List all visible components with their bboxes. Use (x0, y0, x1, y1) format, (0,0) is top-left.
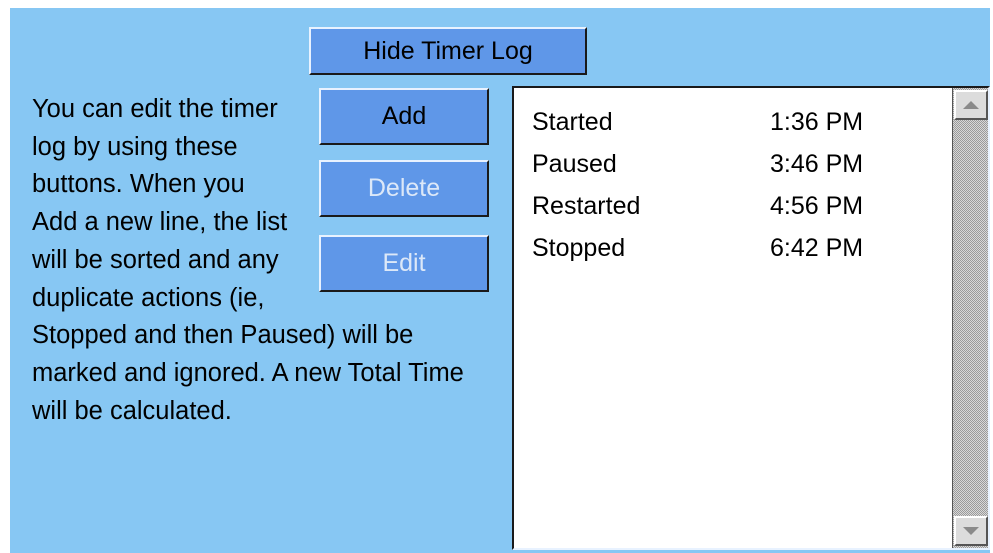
log-time: 6:42 PM (770, 234, 864, 262)
timer-log-panel: Hide Timer Log You can edit the timer lo… (10, 8, 990, 553)
log-action: Stopped (532, 234, 626, 262)
delete-button[interactable]: Delete (319, 160, 489, 217)
log-time: 4:56 PM (770, 192, 864, 220)
edit-button[interactable]: Edit (319, 235, 489, 292)
log-action: Paused (532, 150, 617, 178)
vertical-scrollbar[interactable] (952, 88, 988, 548)
log-time: 3:46 PM (770, 150, 864, 178)
triangle-up-icon (963, 101, 979, 109)
scroll-down-button[interactable] (954, 516, 988, 546)
log-time: 1:36 PM (770, 108, 864, 136)
hide-timer-log-button[interactable]: Hide Timer Log (309, 27, 587, 75)
timer-log-list[interactable]: Started 1:36 PM Paused 3:46 PM Restarted… (512, 86, 990, 550)
add-button[interactable]: Add (319, 88, 489, 145)
log-action: Restarted (532, 192, 641, 220)
scroll-up-button[interactable] (954, 90, 988, 120)
triangle-down-icon (963, 527, 979, 535)
log-action: Started (532, 108, 613, 136)
